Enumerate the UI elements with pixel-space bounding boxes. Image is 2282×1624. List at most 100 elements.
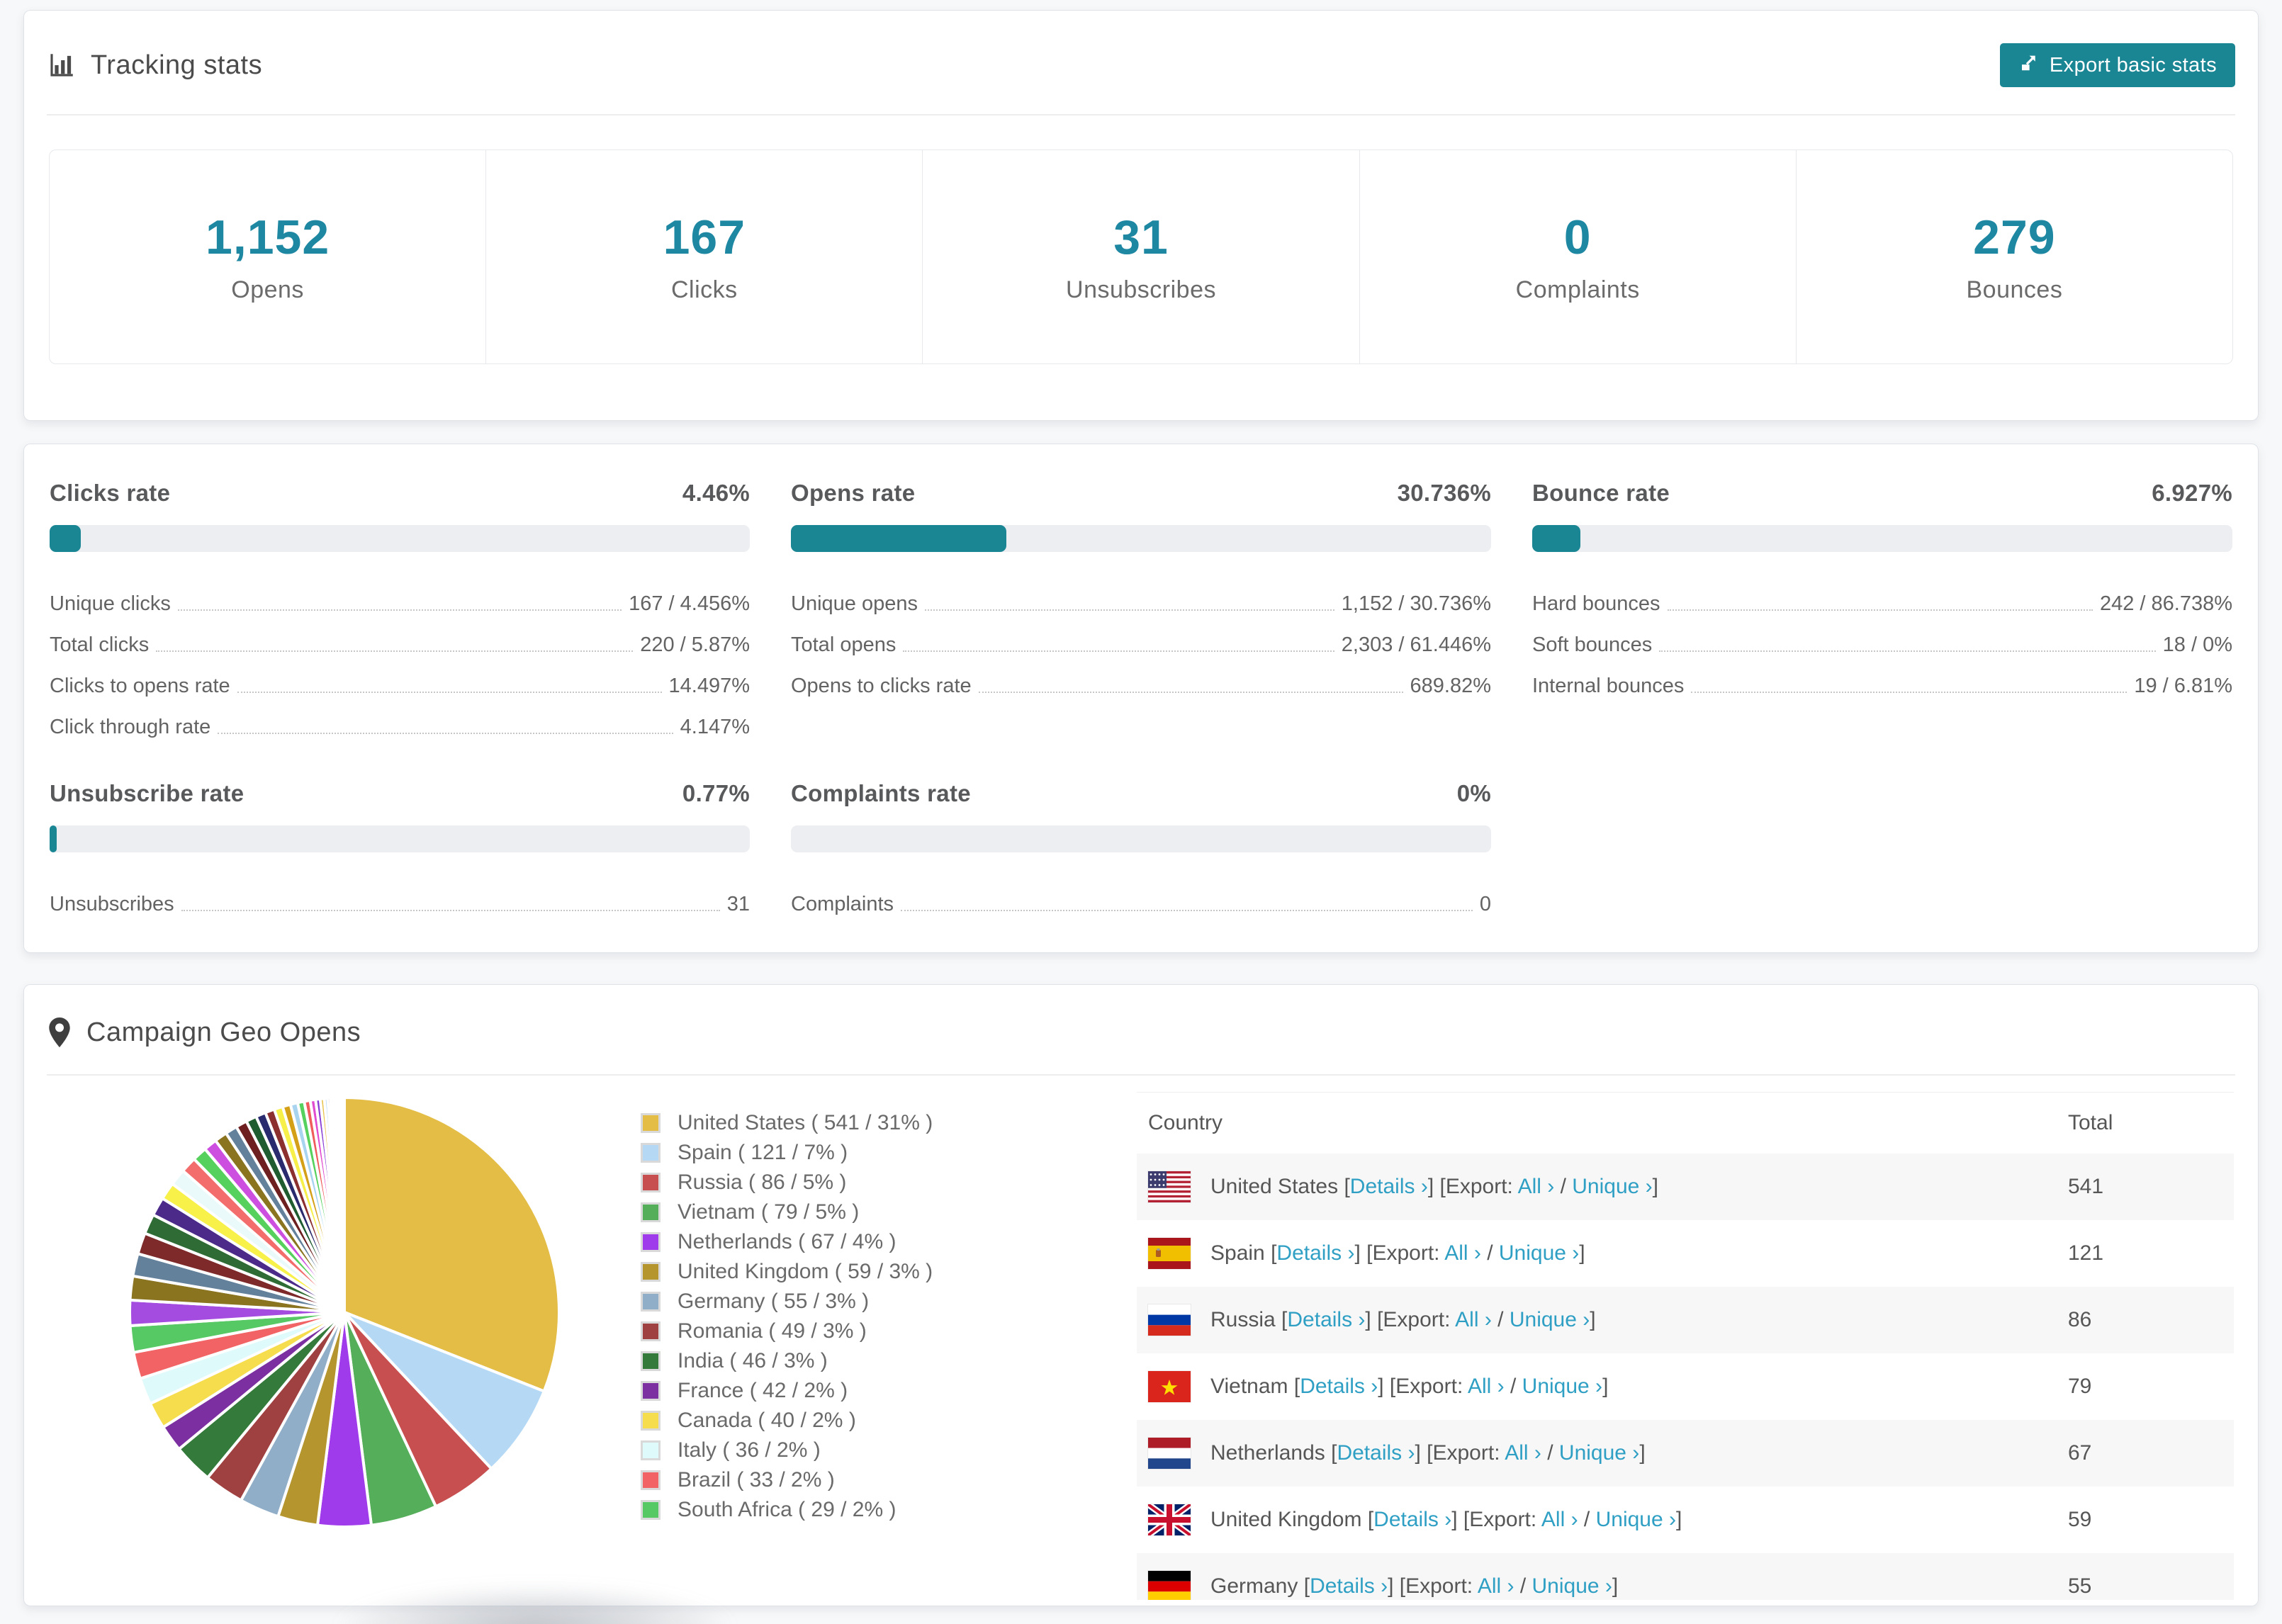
total-cell: 59 [2068,1508,2092,1531]
details-link[interactable]: Details › [1276,1241,1354,1265]
export-all-link[interactable]: All › [1455,1308,1492,1331]
details-link[interactable]: Details › [1300,1375,1378,1398]
rate-detail-row: Opens to clicks rate 689.82% [791,658,1491,699]
export-unique-link[interactable]: Unique › [1510,1308,1590,1331]
rate-progress-fill [50,825,57,852]
table-row-united-states: United States [Details ›] [Export: All ›… [1137,1154,2234,1220]
rate-detail-value: 31 [726,893,750,915]
column-header-country: Country [1148,1111,1223,1134]
export-all-link[interactable]: All › [1444,1241,1481,1265]
details-link[interactable]: Details › [1287,1308,1365,1331]
flag-icon-vn [1148,1371,1191,1402]
details-link[interactable]: Details › [1337,1441,1415,1465]
legend-label: Vietnam ( 79 / 5% ) [678,1200,860,1224]
rate-title: Opens rate [791,480,916,506]
header-divider [47,114,2235,115]
legend-item-russia: Russia ( 86 / 5% ) [641,1168,1137,1197]
export-all-link[interactable]: All › [1518,1175,1555,1198]
export-all-link[interactable]: All › [1541,1508,1578,1531]
rate-block-opens-rate: Opens rate 30.736% Unique opens 1,152 / … [791,480,1491,740]
export-unique-link[interactable]: Unique › [1572,1175,1652,1198]
rate-block-bounce-rate: Bounce rate 6.927% Hard bounces 242 / 86… [1532,480,2232,740]
rate-progress-bar [50,525,750,552]
rate-detail-value: 1,152 / 30.736% [1341,592,1491,615]
rate-detail-value: 2,303 / 61.446% [1341,633,1491,656]
export-unique-link[interactable]: Unique › [1522,1375,1602,1398]
rate-detail-label: Total opens [791,633,896,656]
legend-item-germany: Germany ( 55 / 3% ) [641,1287,1137,1316]
legend-swatch [641,1321,661,1341]
stat-label: Unsubscribes [1066,276,1216,303]
rate-detail-value: 220 / 5.87% [640,633,750,656]
total-cell: 541 [2068,1175,2104,1198]
legend-swatch [641,1381,661,1401]
rate-detail-value: 4.147% [680,716,750,738]
table-row-spain: Spain [Details ›] [Export: All › / Uniqu… [1137,1220,2234,1287]
rate-detail-label: Complaints [791,893,894,915]
rate-value: 30.736% [1397,480,1491,506]
rate-detail-row: Unique clicks 167 / 4.456% [50,576,750,617]
details-link[interactable]: Details › [1310,1574,1388,1598]
dotted-leader [903,650,1334,652]
tracking-stats-card: Tracking stats Export basic stats 1,152 … [23,10,2259,421]
total-cell: 55 [2068,1574,2092,1598]
geo-body: United States ( 541 / 31% ) Spain ( 121 … [24,1076,2258,1600]
legend-label: Brazil ( 33 / 2% ) [678,1468,835,1492]
dotted-leader [218,733,673,734]
details-link[interactable]: Details › [1350,1175,1428,1198]
legend-label: India ( 46 / 3% ) [678,1349,828,1372]
legend-label: France ( 42 / 2% ) [678,1379,848,1402]
export-unique-link[interactable]: Unique › [1559,1441,1639,1465]
geo-opens-pie-chart [128,1095,561,1528]
dotted-leader [1667,609,2093,611]
rate-progress-fill [1532,525,1581,552]
flag-icon-de [1148,1571,1191,1600]
legend-item-vietnam: Vietnam ( 79 / 5% ) [641,1197,1137,1227]
flag-icon-es [1148,1238,1191,1269]
legend-item-netherlands: Netherlands ( 67 / 4% ) [641,1227,1137,1257]
dotted-leader [924,609,1334,611]
rate-progress-bar [1532,525,2232,552]
rate-detail-label: Internal bounces [1532,675,1685,697]
rate-title: Complaints rate [791,780,971,806]
table-header-row: Country Total [1137,1093,2234,1154]
legend-label: United Kingdom ( 59 / 3% ) [678,1260,933,1283]
geo-table-scroll-area[interactable]: Country Total United States [Details ›] … [1137,1092,2234,1600]
legend-item-canada: Canada ( 40 / 2% ) [641,1406,1137,1436]
country-name: United States [1210,1175,1339,1198]
stat-value: 31 [1113,210,1169,264]
country-cell-text: Vietnam [Details ›] [Export: All › / Uni… [1210,1375,1609,1398]
country-name: Vietnam [1210,1375,1288,1398]
export-all-link[interactable]: All › [1478,1574,1514,1598]
rate-detail-label: Opens to clicks rate [791,675,972,697]
legend-item-france: France ( 42 / 2% ) [641,1376,1137,1406]
export-all-link[interactable]: All › [1505,1441,1541,1465]
stat-box-bounces: 279 Bounces [1797,150,2232,363]
dotted-leader [156,650,634,652]
export-unique-link[interactable]: Unique › [1532,1574,1612,1598]
legend-label: Romania ( 49 / 3% ) [678,1319,867,1343]
export-basic-stats-button[interactable]: Export basic stats [1999,43,2235,87]
export-unique-link[interactable]: Unique › [1499,1241,1579,1265]
rate-detail-value: 18 / 0% [2162,633,2232,656]
export-unique-link[interactable]: Unique › [1596,1508,1676,1531]
rate-detail-row: Internal bounces 19 / 6.81% [1532,658,2232,699]
details-link[interactable]: Details › [1373,1508,1451,1531]
rate-detail-label: Unique clicks [50,592,171,615]
bar-chart-icon [47,50,77,80]
rate-value: 0.77% [682,780,750,806]
legend-label: Germany ( 55 / 3% ) [678,1290,870,1313]
rate-detail-label: Unique opens [791,592,918,615]
export-all-link[interactable]: All › [1468,1375,1505,1398]
geo-header: Campaign Geo Opens [24,985,2258,1074]
flag-icon-nl [1148,1438,1191,1469]
map-pin-icon [47,1016,72,1049]
legend-label: United States ( 541 / 31% ) [678,1111,933,1134]
rate-value: 6.927% [2152,480,2232,506]
rate-value: 0% [1456,780,1491,806]
rate-detail-row: Soft bounces 18 / 0% [1532,617,2232,658]
total-cell: 67 [2068,1441,2092,1465]
legend-swatch [641,1411,661,1431]
legend-item-spain: Spain ( 121 / 7% ) [641,1138,1137,1168]
rate-detail-row: Total opens 2,303 / 61.446% [791,617,1491,658]
